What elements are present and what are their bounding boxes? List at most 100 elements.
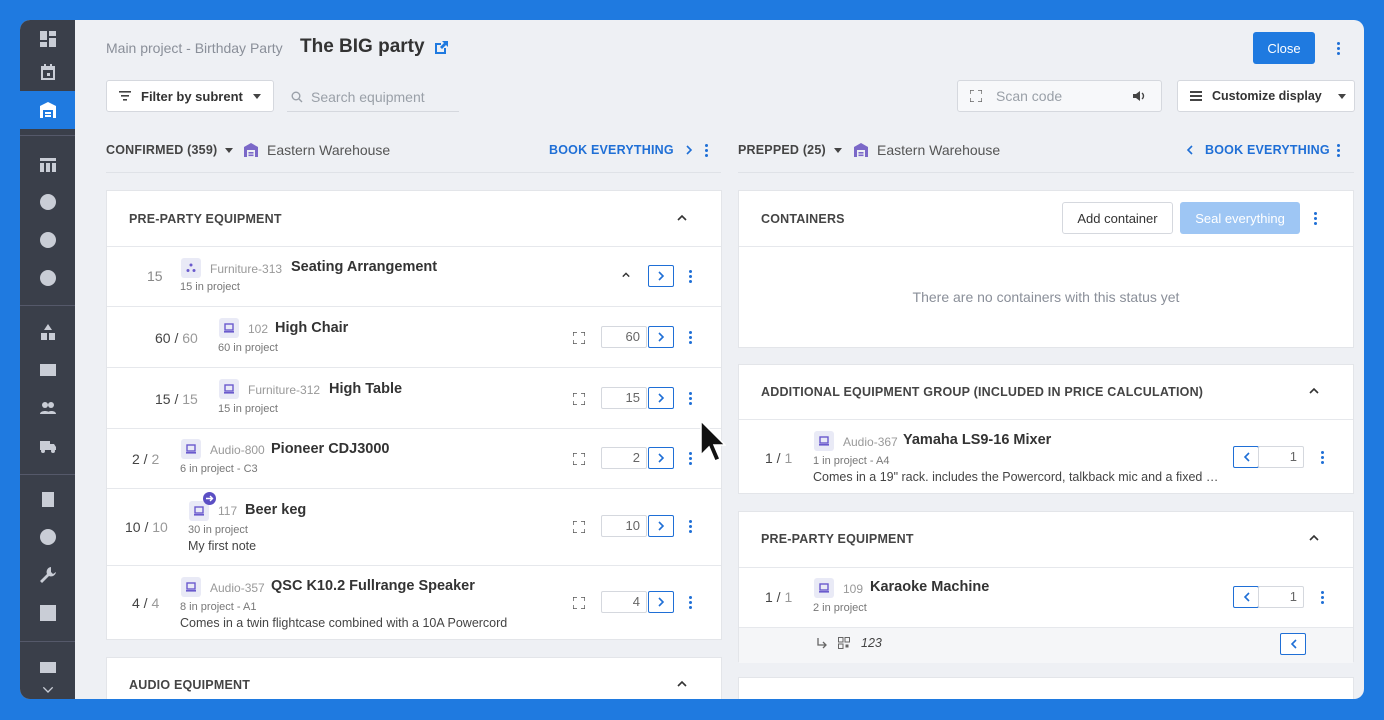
collapse-icon[interactable] — [1309, 386, 1319, 396]
nav-contact-card-icon[interactable] — [20, 351, 75, 389]
row-menu-icon[interactable] — [683, 389, 697, 407]
nav-finance-icon[interactable] — [20, 259, 75, 297]
dropdown-icon — [225, 147, 234, 153]
collapse-group-icon[interactable] — [622, 271, 630, 279]
containers-panel: CONTAINERS Add container Seal everything… — [738, 190, 1354, 348]
scan-icon[interactable] — [573, 521, 585, 533]
nav-calendar-icon[interactable] — [20, 53, 75, 91]
move-right-button[interactable] — [648, 387, 674, 409]
quantity-input[interactable]: 1 — [1258, 586, 1304, 608]
row-menu-icon[interactable] — [1315, 448, 1329, 466]
nav-table-icon[interactable] — [20, 146, 75, 184]
row-menu-icon[interactable] — [1315, 588, 1329, 606]
item-name[interactable]: Pioneer CDJ3000 — [271, 441, 389, 457]
warehouse-icon — [854, 143, 868, 157]
scan-icon[interactable] — [573, 597, 585, 609]
book-everything-button-left[interactable]: BOOK EVERYTHING — [549, 138, 693, 162]
header-menu-icon[interactable] — [1331, 39, 1345, 57]
row-menu-icon[interactable] — [683, 449, 697, 467]
move-right-button[interactable] — [648, 515, 674, 537]
item-name[interactable]: QSC K10.2 Fullrange Speaker — [271, 578, 475, 594]
row-menu-icon[interactable] — [683, 267, 697, 285]
item-name[interactable]: High Table — [329, 381, 402, 397]
nav-expand-icon[interactable] — [20, 680, 75, 699]
nav-contacts-icon[interactable] — [20, 183, 75, 221]
item-qty: 1 / 1 — [765, 450, 793, 466]
row-menu-icon[interactable] — [683, 328, 697, 346]
item-note: My first note — [188, 539, 257, 553]
book-everything-label: BOOK EVERYTHING — [549, 143, 674, 157]
filter-by-subrent-button[interactable]: Filter by subrent — [106, 80, 274, 112]
book-everything-button-right[interactable]: BOOK EVERYTHING — [1186, 138, 1330, 162]
item-name[interactable]: Karaoke Machine — [870, 579, 989, 595]
chevron-right-icon — [657, 521, 664, 531]
group-qty: 15 — [147, 268, 163, 284]
quantity-input[interactable]: 10 — [601, 515, 647, 537]
confirmed-status-label: CONFIRMED (359) — [106, 143, 218, 157]
nav-clock-icon[interactable] — [20, 518, 75, 556]
quantity-input[interactable]: 1 — [1258, 446, 1304, 468]
nav-crew-icon[interactable] — [20, 389, 75, 427]
row-menu-icon[interactable] — [683, 593, 697, 611]
left-column-menu-icon[interactable] — [699, 141, 713, 159]
scan-icon[interactable] — [573, 332, 585, 344]
item-name[interactable]: Beer keg — [245, 502, 306, 518]
dropdown-icon — [833, 147, 842, 153]
chevron-right-icon — [657, 393, 664, 403]
item-name[interactable]: High Chair — [275, 320, 348, 336]
group-icon — [181, 258, 201, 278]
move-left-button[interactable] — [1233, 446, 1259, 468]
item-code: 102 — [248, 322, 269, 336]
scan-icon[interactable] — [573, 393, 585, 405]
collapse-icon[interactable] — [677, 213, 687, 223]
right-column-menu-icon[interactable] — [1331, 141, 1345, 159]
transfer-badge-icon — [203, 492, 216, 505]
collapse-icon[interactable] — [677, 679, 687, 689]
collapse-icon[interactable] — [1309, 533, 1319, 543]
move-right-button[interactable] — [648, 447, 674, 469]
containers-empty-text: There are no containers with this status… — [912, 289, 1180, 305]
move-right-button[interactable] — [648, 326, 674, 348]
prepped-status-dropdown[interactable]: PREPPED (25) — [738, 138, 842, 162]
seal-everything-button[interactable]: Seal everything — [1180, 202, 1300, 234]
quantity-input[interactable]: 4 — [601, 591, 647, 613]
quantity-input[interactable]: 60 — [601, 326, 647, 348]
quantity-input[interactable]: 2 — [601, 447, 647, 469]
audio-equipment-panel: AUDIO EQUIPMENT — [106, 657, 722, 699]
nav-wrench-icon[interactable] — [20, 556, 75, 594]
confirmed-status-dropdown[interactable]: CONFIRMED (359) — [106, 138, 234, 162]
add-container-button[interactable]: Add container — [1062, 202, 1173, 234]
move-left-button[interactable] — [1233, 586, 1259, 608]
move-left-serial-button[interactable] — [1280, 633, 1306, 655]
nav-inventory-icon[interactable] — [20, 313, 75, 351]
customize-display-button[interactable]: Customize display — [1177, 80, 1355, 112]
item-code: Furniture-312 — [248, 383, 321, 397]
nav-reports-icon[interactable] — [20, 594, 75, 632]
item-icon — [219, 379, 239, 399]
right-warehouse[interactable]: Eastern Warehouse — [853, 138, 1000, 162]
containers-menu-icon[interactable] — [1308, 209, 1322, 227]
move-right-button[interactable] — [648, 265, 674, 287]
external-link-icon[interactable] — [433, 40, 449, 56]
close-button[interactable]: Close — [1253, 32, 1315, 64]
row-menu-icon[interactable] — [683, 517, 697, 535]
left-warehouse[interactable]: Eastern Warehouse — [243, 138, 390, 162]
nav-transfer-icon[interactable] — [20, 221, 75, 259]
item-name[interactable]: Seating Arrangement — [291, 259, 437, 275]
item-qty: 2 / 2 — [132, 451, 160, 467]
nav-warehouse-icon[interactable] — [20, 91, 75, 129]
scan-code-input[interactable]: Scan code — [957, 80, 1162, 112]
scan-icon[interactable] — [573, 453, 585, 465]
nav-truck-icon[interactable] — [20, 427, 75, 465]
chevron-right-icon — [686, 145, 692, 155]
panel-title: AUDIO EQUIPMENT — [129, 678, 251, 692]
breadcrumb[interactable]: Main project - Birthday Party — [106, 40, 283, 56]
left-warehouse-label: Eastern Warehouse — [267, 142, 391, 158]
search-input[interactable]: Search equipment — [287, 82, 459, 112]
item-note: Comes in a 19" rack. includes the Powerc… — [813, 470, 1223, 484]
move-right-button[interactable] — [648, 591, 674, 613]
volume-icon[interactable] — [1133, 90, 1147, 102]
item-name[interactable]: Yamaha LS9-16 Mixer — [903, 432, 1051, 448]
quantity-input[interactable]: 15 — [601, 387, 647, 409]
nav-tasks-icon[interactable] — [20, 480, 75, 518]
